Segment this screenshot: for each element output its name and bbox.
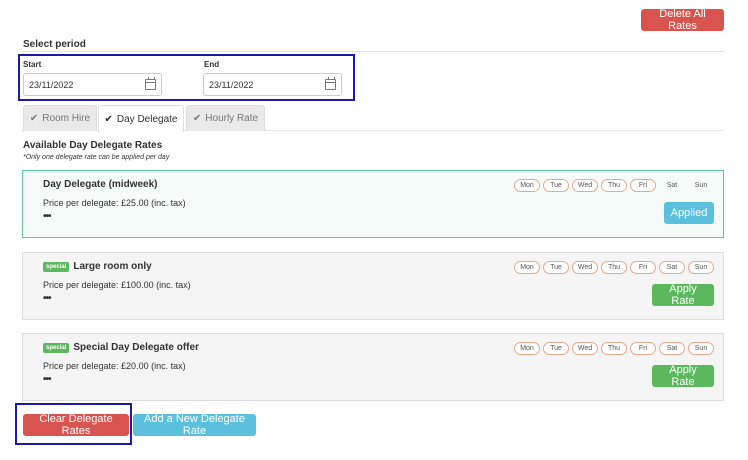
add-delegate-rate-button[interactable]: Add a New Delegate Rate: [133, 413, 256, 437]
day-pill-thu: Thu: [601, 261, 627, 274]
special-badge: special: [43, 261, 70, 272]
day-pill-mon: Mon: [514, 342, 540, 355]
day-pills: Mon Tue Wed Thu Fri Sat Sun: [511, 342, 714, 355]
rate-note: *Only one delegate rate can be applied p…: [23, 154, 170, 161]
rate-more: •••: [43, 211, 51, 222]
day-pill-fri: Fri: [630, 342, 656, 355]
rate-more: •••: [43, 374, 51, 385]
day-pill-sat: Sat: [659, 342, 685, 355]
apply-rate-button[interactable]: Apply Rate: [652, 283, 714, 307]
calendar-icon[interactable]: [145, 77, 156, 90]
rate-card: Day Delegate (midweek) Price per delegat…: [22, 170, 724, 238]
day-pills: Mon Tue Wed Thu Fri Sat Sun: [511, 261, 714, 274]
delete-all-rates-button[interactable]: Delete All Rates: [641, 8, 724, 32]
rate-price: Price per delegate: £100.00 (inc. tax): [43, 280, 191, 290]
day-pill-tue: Tue: [543, 179, 569, 192]
rate-price: Price per delegate: £20.00 (inc. tax): [43, 361, 186, 371]
select-period-heading: Select period: [23, 39, 86, 50]
check-icon: ✔: [104, 113, 113, 125]
tab-label: Hourly Rate: [205, 113, 259, 124]
tab-label: Day Delegate: [116, 113, 178, 125]
calendar-icon[interactable]: [325, 77, 336, 90]
day-pill-sun: Sun: [694, 182, 708, 189]
start-date-value: 23/11/2022: [29, 79, 74, 90]
end-date-input[interactable]: 23/11/2022: [203, 73, 342, 96]
special-badge: special: [43, 342, 70, 353]
clear-delegate-rates-button[interactable]: Clear Delegate Rates: [23, 413, 129, 437]
check-icon: ✔: [29, 113, 39, 124]
start-label: Start: [23, 60, 42, 69]
start-date-input[interactable]: 23/11/2022: [23, 73, 162, 96]
day-pill-tue: Tue: [543, 342, 569, 355]
available-rates-heading: Available Day Delegate Rates: [23, 140, 163, 151]
day-pill-thu: Thu: [601, 179, 627, 192]
day-pill-mon: Mon: [514, 179, 540, 192]
end-date-value: 23/11/2022: [209, 79, 254, 90]
divider: [22, 51, 724, 52]
rate-price: Price per delegate: £25.00 (inc. tax): [43, 198, 186, 208]
applied-button[interactable]: Applied: [664, 202, 714, 224]
day-pill-sun: Sun: [688, 261, 714, 274]
day-pill-mon: Mon: [514, 261, 540, 274]
day-pill-sun: Sun: [688, 342, 714, 355]
day-pill-thu: Thu: [601, 342, 627, 355]
day-pill-fri: Fri: [630, 261, 656, 274]
rate-card: special Large room only Price per delega…: [22, 252, 724, 320]
rate-card: special Special Day Delegate offer Price…: [22, 333, 724, 401]
tab-room-hire[interactable]: ✔ Room Hire: [23, 105, 97, 131]
tab-label: Room Hire: [42, 113, 91, 124]
rate-name: Day Delegate (midweek): [43, 179, 158, 190]
day-pill-wed: Wed: [572, 261, 598, 274]
rate-title: special Special Day Delegate offer: [43, 342, 199, 353]
day-pills: Mon Tue Wed Thu Fri Sat Sun: [511, 179, 714, 192]
day-pill-sat: Sat: [659, 261, 685, 274]
rate-name: Special Day Delegate offer: [73, 342, 199, 353]
rate-more: •••: [43, 293, 51, 304]
end-label: End: [204, 60, 220, 69]
tab-hourly-rate[interactable]: ✔ Hourly Rate: [186, 105, 265, 131]
apply-rate-button[interactable]: Apply Rate: [652, 364, 714, 388]
rate-title: Day Delegate (midweek): [43, 179, 158, 190]
day-pill-tue: Tue: [543, 261, 569, 274]
check-icon: ✔: [192, 113, 202, 124]
tab-day-delegate[interactable]: ✔ Day Delegate: [98, 105, 184, 132]
rate-title: special Large room only: [43, 261, 152, 272]
day-pill-fri: Fri: [630, 179, 656, 192]
day-pill-wed: Wed: [572, 342, 598, 355]
day-pill-sat: Sat: [666, 182, 678, 189]
rate-name: Large room only: [73, 261, 152, 272]
day-pill-wed: Wed: [572, 179, 598, 192]
